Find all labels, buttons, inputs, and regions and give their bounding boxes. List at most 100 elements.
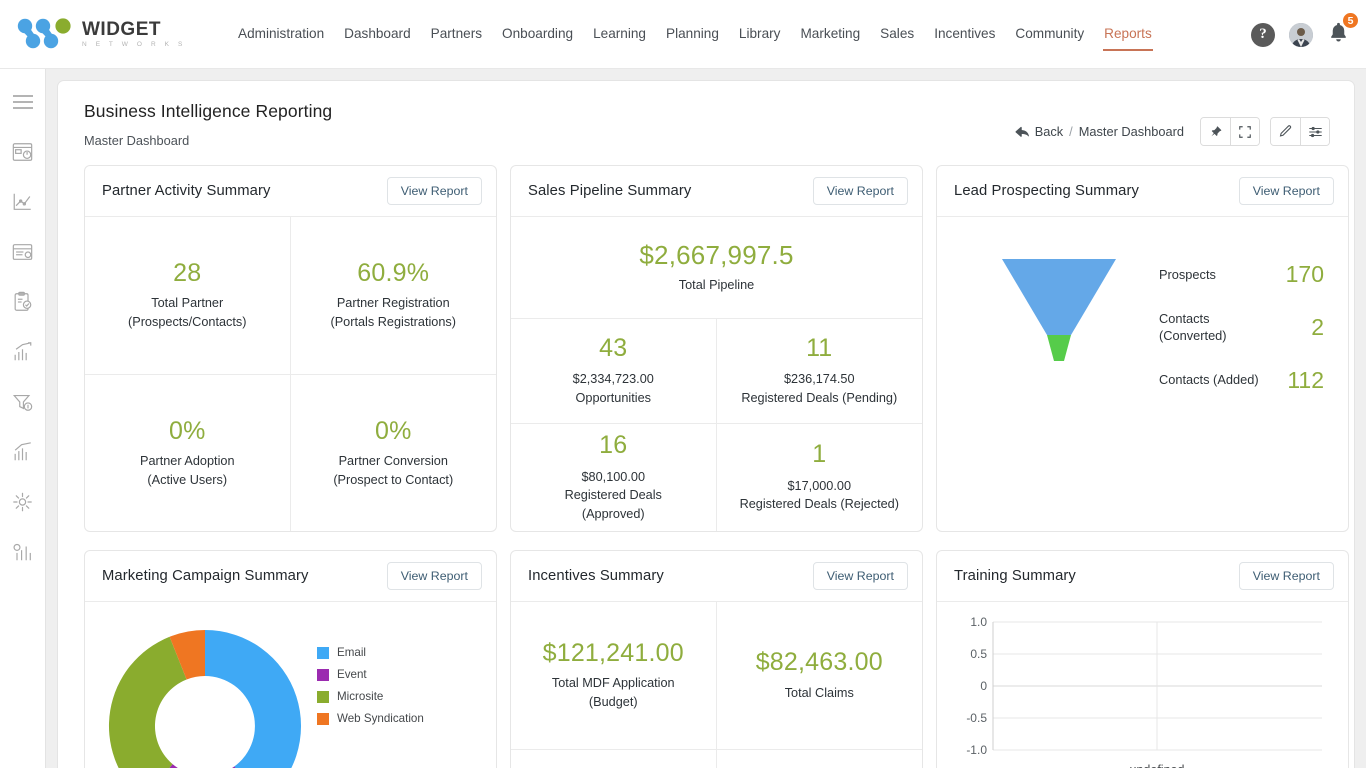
funnel-value: 2 [1311,314,1324,341]
notifications-button[interactable]: 5 [1327,20,1350,49]
legend-swatch-web-syndication [317,713,329,725]
metric-value: $2,667,997.5 [639,241,793,270]
brand-name: WIDGET [82,20,186,39]
card-training-summary: Training Summary View Report 1.0 0.5 0 -… [936,550,1349,768]
sidebar-item-report-list[interactable] [6,235,40,269]
metric-cell: 11 $236,174.50 Registered Deals (Pending… [717,319,923,424]
help-icon[interactable]: ? [1251,23,1275,47]
page-subtitle: Master Dashboard [84,133,332,148]
funnel-label: Contacts (Added) [1159,371,1259,388]
metric-value: 0% [169,418,206,446]
sidebar-item-performance-chart[interactable] [6,435,40,469]
back-arrow-icon[interactable] [1015,126,1029,138]
metric-cell: 28 Total Partner (Prospects/Contacts) [85,217,291,375]
funnel-value: 170 [1286,261,1324,288]
funnel-chart-icon [1002,259,1116,361]
widget-logo-icon [16,17,74,51]
pin-button[interactable] [1201,118,1230,145]
nav-item-partners[interactable]: Partners [421,17,492,51]
metric-value: 16 [599,432,627,460]
metric-cell: $121,241.00 Total MDF Application (Budge… [511,602,717,750]
sidebar-item-growth-chart[interactable] [6,335,40,369]
y-tick-label: 0.5 [970,647,987,661]
nav-item-planning[interactable]: Planning [656,17,729,51]
legend-swatch-email [317,647,329,659]
nav-item-learning[interactable]: Learning [583,17,656,51]
metric-label: Registered Deals (Rejected) [740,495,899,513]
metric-cell: 43 $2,334,723.00 Opportunities [511,319,717,424]
card-title: Incentives Summary [528,568,664,584]
view-report-button[interactable]: View Report [813,177,908,205]
sidebar-item-trend-chart[interactable] [6,185,40,219]
metric-value: $82,463.00 [756,649,883,677]
metrics-icon [11,541,34,563]
view-report-button[interactable]: View Report [1239,177,1334,205]
funnel-label: Contacts [1159,310,1227,327]
sidebar-item-dashboard-report[interactable] [6,135,40,169]
sidebar-item-metrics[interactable] [6,535,40,569]
nav-item-library[interactable]: Library [729,17,791,51]
sliders-icon [1308,125,1323,139]
help-glyph: ? [1259,26,1267,43]
metric-sublabel: (Budget) [589,693,638,711]
page-content-area: Business Intelligence Reporting Master D… [46,69,1366,768]
funnel-chart [959,239,1159,532]
legend-swatch-microsite [317,691,329,703]
nav-item-administration[interactable]: Administration [228,17,334,51]
metric-label: Total Pipeline [679,276,754,294]
sidebar-item-funnel-analytics[interactable] [6,385,40,419]
card-incentives-summary: Incentives Summary View Report $121,241.… [510,550,923,768]
filter-settings-button[interactable] [1300,118,1329,145]
legend-swatch-event [317,669,329,681]
metric-label: Registered Deals (Pending) [741,389,897,407]
avatar-icon [1289,23,1313,47]
breadcrumb-current: Master Dashboard [1079,124,1184,139]
sidebar-item-settings[interactable] [6,485,40,519]
x-axis-label: undefined [1130,763,1185,768]
metric-label: Total Claims [785,684,854,702]
view-report-button[interactable]: View Report [387,562,482,590]
top-navigation-bar: WIDGET N E T W O R K S AdministrationDas… [0,0,1366,69]
fullscreen-button[interactable] [1230,118,1259,145]
nav-item-sales[interactable]: Sales [870,17,924,51]
nav-item-onboarding[interactable]: Onboarding [492,17,583,51]
nav-item-community[interactable]: Community [1005,17,1094,51]
page-header: Business Intelligence Reporting Master D… [84,101,1330,148]
funnel-sublabel: (Converted) [1159,327,1227,344]
nav-item-marketing[interactable]: Marketing [790,17,870,51]
edit-button[interactable] [1271,118,1300,145]
brand-logo[interactable]: WIDGET N E T W O R K S [16,17,216,51]
funnel-label: Prospects [1159,266,1216,283]
view-report-button[interactable]: View Report [813,562,908,590]
sidebar-item-checklist[interactable] [6,285,40,319]
card-lead-prospecting-summary: Lead Prospecting Summary View Report Pr [936,165,1349,532]
metric-grid: 28 Total Partner (Prospects/Contacts) 60… [85,217,496,532]
card-partner-activity-summary: Partner Activity Summary View Report 28 … [84,165,497,532]
view-report-button[interactable]: View Report [1239,562,1334,590]
view-report-button[interactable]: View Report [387,177,482,205]
avatar[interactable] [1289,23,1313,47]
metric-cell: 1 $17,000.00 Registered Deals (Rejected) [717,424,923,531]
nav-item-reports[interactable]: Reports [1094,17,1162,51]
nav-item-incentives[interactable]: Incentives [924,17,1005,51]
back-link[interactable]: Back [1035,124,1063,139]
breadcrumb-separator: / [1069,124,1073,139]
metric-label: Total Partner [151,294,223,312]
notification-badge: 5 [1341,11,1360,30]
nav-item-dashboard[interactable]: Dashboard [334,17,421,51]
funnel-body: Prospects 170 Contacts (Converted) 2 [937,217,1348,532]
metric-sublabel: (Active Users) [147,471,227,489]
card-marketing-campaign-summary: Marketing Campaign Summary View Report [84,550,497,768]
metric-cell: 0% Partner Adoption (Active Users) [85,375,291,533]
metric-value: 1 [812,441,826,469]
funnel-analytics-icon [11,391,34,413]
edit-button-group [1270,117,1330,146]
metric-value: 0% [375,418,412,446]
menu-toggle-button[interactable] [6,85,40,119]
metric-value: 43 [599,335,627,363]
metric-cell: $28,563.00 Total Rejected [717,750,923,768]
donut-legend: Email Event Microsite Web Syndicati [317,620,424,768]
pencil-icon [1278,124,1293,139]
hamburger-menu-icon [12,94,34,110]
metric-grid: $121,241.00 Total MDF Application (Budge… [511,602,922,768]
